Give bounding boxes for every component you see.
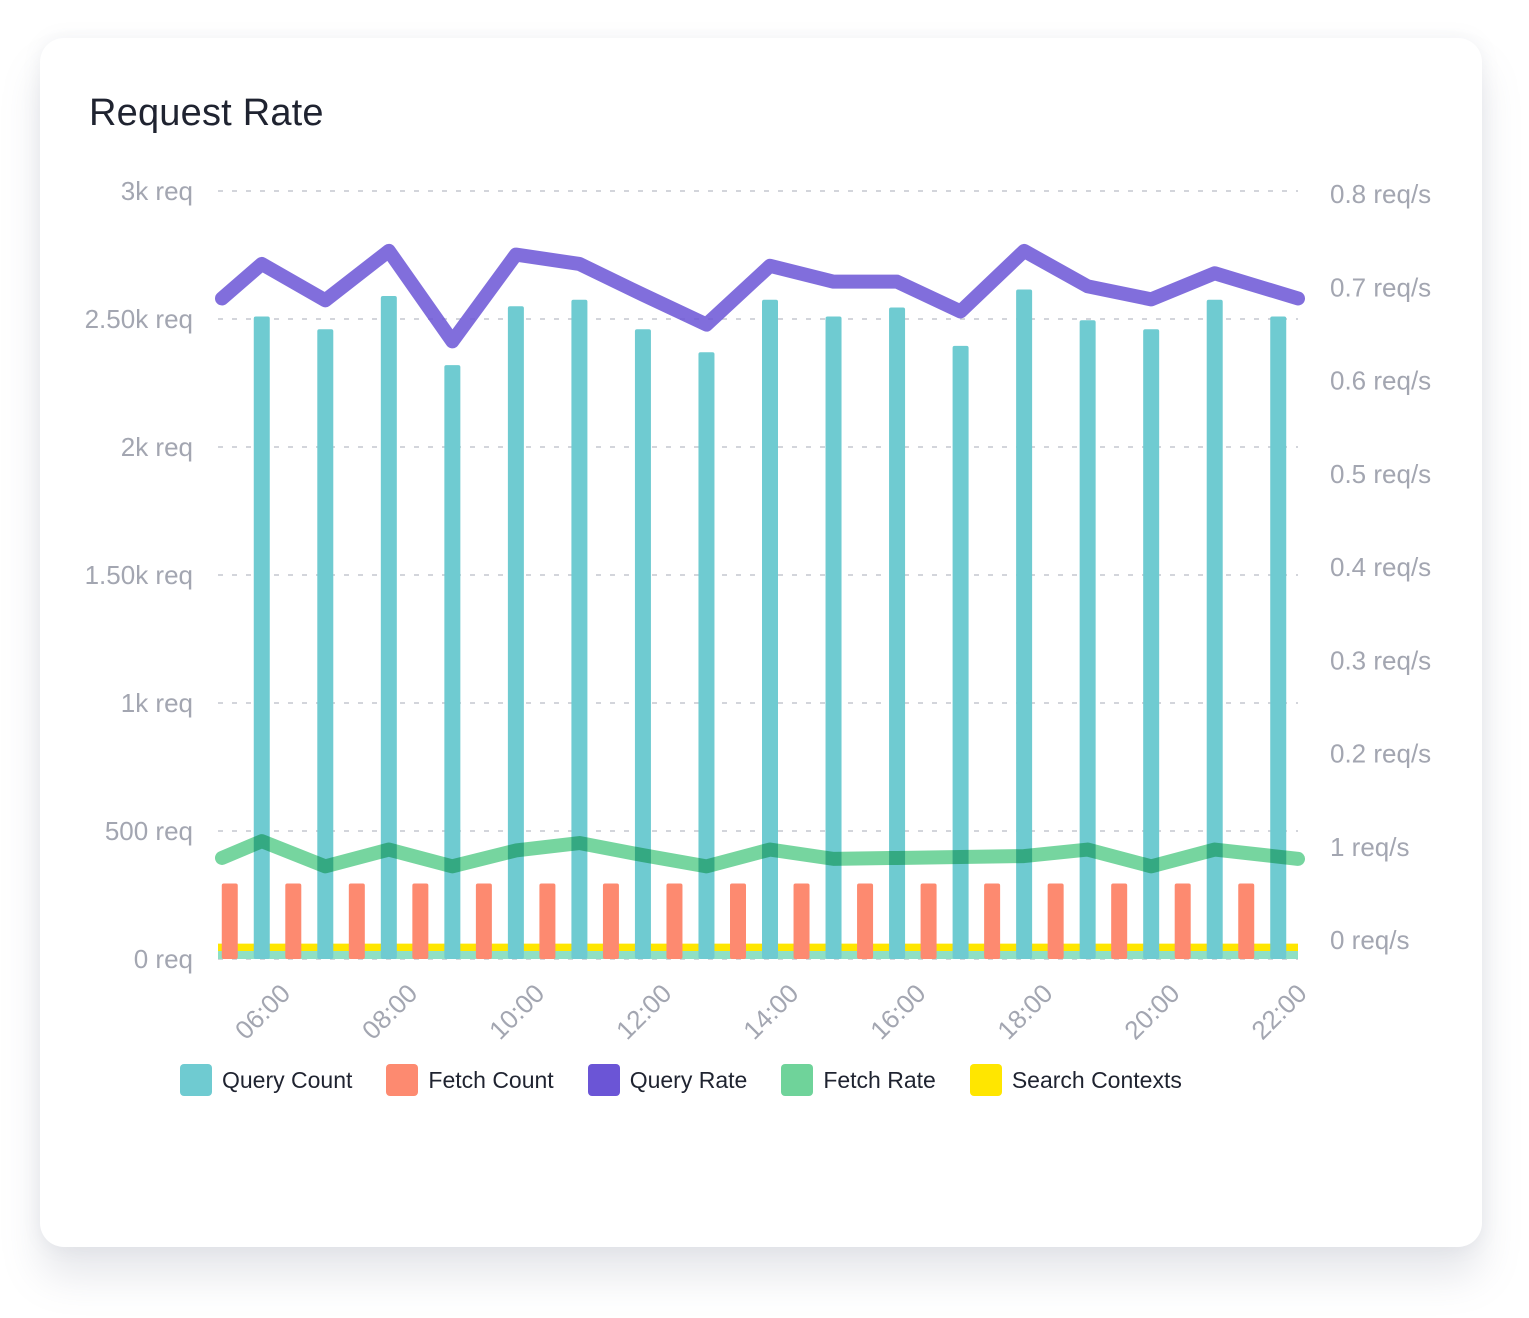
right-axis-tick-label: 0.5 req/s xyxy=(1330,459,1431,489)
x-axis-tick-label: 16:00 xyxy=(864,978,931,1045)
x-axis-tick-label: 14:00 xyxy=(737,978,804,1045)
query-count-bar xyxy=(1079,320,1096,959)
legend-item-fetch-count[interactable]: Fetch Count xyxy=(386,1064,554,1096)
right-axis-tick-label: 0 req/s xyxy=(1330,925,1410,955)
request-rate-chart: 0 req 500 req 1k req 1.50k req 2k req 2.50k r… xyxy=(85,176,1432,1045)
fetch-count-bar xyxy=(475,883,492,959)
fetch-count-bar xyxy=(730,883,746,959)
fetch-count-bar xyxy=(920,883,937,959)
left-axis-tick-label: 1k req xyxy=(121,688,193,718)
x-axis-tick-label: 06:00 xyxy=(229,978,296,1045)
legend-label: Fetch Rate xyxy=(823,1066,936,1093)
fetch-count-bar xyxy=(857,883,874,959)
legend-label: Fetch Count xyxy=(428,1066,554,1093)
x-axis: 06:00 08:00 10:00 12:00 14:00 16:00 18:00 20:00… xyxy=(229,978,1313,1045)
legend-swatch xyxy=(969,1064,1002,1096)
legend: Query Count Fetch Count Query Rate Fetch Ra… xyxy=(180,1064,1216,1096)
legend-swatch xyxy=(781,1064,814,1096)
right-axis-tick-label: 0.3 req/s xyxy=(1330,645,1431,675)
x-axis-tick-label: 10:00 xyxy=(483,978,550,1045)
right-axis-tick-label: 0.2 req/s xyxy=(1330,739,1431,769)
left-axis-tick-label: 0 req xyxy=(134,944,193,974)
legend-item-query-rate[interactable]: Query Rate xyxy=(587,1064,748,1096)
left-axis-tick-label: 3k req xyxy=(121,176,193,206)
left-axis: 0 req 500 req 1k req 1.50k req 2k req 2.50k r… xyxy=(85,176,193,974)
gridlines xyxy=(218,190,1298,960)
right-axis-tick-label: 0.7 req/s xyxy=(1330,272,1431,302)
search-contexts-area xyxy=(218,943,1298,959)
legend-label: Query Rate xyxy=(629,1066,748,1093)
search-contexts-band xyxy=(218,943,1298,951)
legend-label: Search Contexts xyxy=(1011,1066,1182,1093)
legend-item-search-contexts[interactable]: Search Contexts xyxy=(969,1064,1182,1096)
left-axis-tick-label: 500 req xyxy=(105,816,193,846)
right-axis: 0.2 req/s 0.3 req/s 0.4 req/s 0.5 req/s 0.6 … xyxy=(1330,179,1431,955)
legend-item-query-count[interactable]: Query Count xyxy=(180,1064,352,1096)
left-axis-tick-label: 1.50k req xyxy=(85,560,193,590)
fetch-count-bar xyxy=(1047,883,1064,959)
query-count-bar xyxy=(1206,299,1223,959)
legend-swatch xyxy=(180,1064,212,1096)
fetch-count-bar xyxy=(348,883,365,959)
x-axis-tick-label: 18:00 xyxy=(991,978,1058,1045)
fetch-count-bar xyxy=(1111,883,1128,959)
fetch-count-bar xyxy=(539,883,556,959)
query-count-bar xyxy=(952,345,969,959)
query-count-bar xyxy=(507,306,524,959)
x-axis-tick-label: 20:00 xyxy=(1118,978,1185,1045)
left-axis-tick-label: 2.50k req xyxy=(85,304,193,334)
x-axis-tick-label: 08:00 xyxy=(356,978,423,1045)
right-axis-tick-label: 1 req/s xyxy=(1330,832,1410,862)
search-contexts-base-band xyxy=(218,951,1298,959)
query-count-bar xyxy=(571,299,588,959)
left-axis-tick-label: 2k req xyxy=(121,432,193,462)
fetch-count-bar xyxy=(412,883,429,959)
query-count-bar xyxy=(762,299,778,959)
fetch-count-bar xyxy=(285,883,302,959)
legend-swatch xyxy=(386,1064,419,1096)
legend-item-fetch-rate[interactable]: Fetch Rate xyxy=(781,1064,936,1096)
fetch-count-bar xyxy=(984,883,1001,959)
legend-label: Query Count xyxy=(222,1066,353,1093)
legend-swatch xyxy=(587,1064,620,1096)
x-axis-tick-label: 22:00 xyxy=(1245,978,1312,1045)
fetch-count-bar xyxy=(1174,883,1191,959)
query-count-bar xyxy=(380,295,397,960)
fetch-count-bar xyxy=(666,883,683,959)
fetch-count-bar xyxy=(602,883,619,959)
fetch-count-bar xyxy=(793,883,810,959)
right-axis-tick-label: 0.8 req/s xyxy=(1330,179,1431,209)
query-count-bar xyxy=(634,329,651,959)
fetch-count-bar xyxy=(1238,883,1255,959)
right-axis-tick-label: 0.4 req/s xyxy=(1330,552,1431,582)
right-axis-tick-label: 0.6 req/s xyxy=(1330,366,1431,396)
fetch-count-bar xyxy=(221,883,238,959)
query-count-bar xyxy=(253,316,270,959)
x-axis-tick-label: 12:00 xyxy=(610,978,677,1045)
